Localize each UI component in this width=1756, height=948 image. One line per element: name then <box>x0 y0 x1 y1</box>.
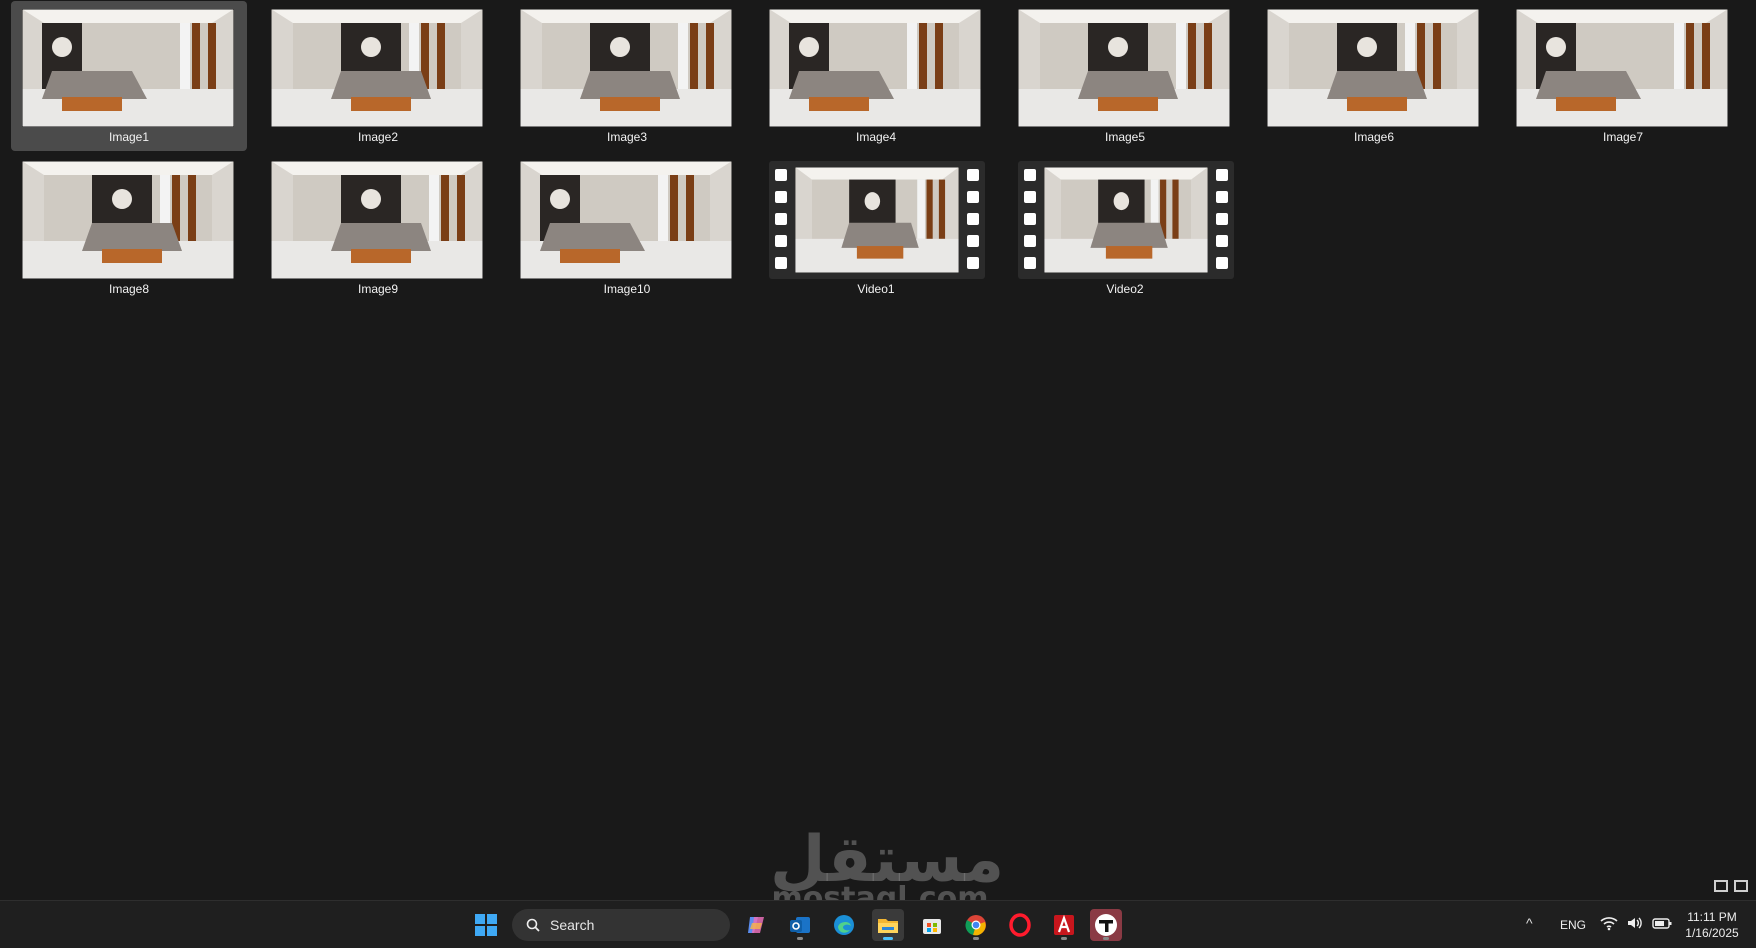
taskbar-search[interactable]: Search <box>512 909 730 941</box>
copilot-icon[interactable] <box>740 909 772 941</box>
film-sprocket-hole <box>775 169 787 181</box>
video-file-item-video2[interactable]: Video2 <box>1007 153 1243 303</box>
film-sprocket-hole <box>967 191 979 203</box>
clock-time: 11:11 PM <box>1687 910 1737 924</box>
film-sprocket-hole <box>775 213 787 225</box>
file-name-label: Image3 <box>606 130 648 144</box>
volume-icon <box>1628 917 1642 929</box>
language-indicator[interactable]: ENG <box>1560 918 1586 932</box>
running-indicator <box>1103 937 1109 940</box>
film-sprocket-hole <box>1024 169 1036 181</box>
file-name-label: Image10 <box>603 282 651 296</box>
image-thumbnail <box>1516 9 1728 127</box>
image-file-item-image8[interactable]: Image8 <box>11 153 247 303</box>
image-thumbnail <box>271 9 483 127</box>
film-sprocket-hole <box>967 257 979 269</box>
windows-start-icon[interactable] <box>470 909 502 941</box>
running-indicator <box>973 937 979 940</box>
film-sprocket-hole <box>1216 235 1228 247</box>
film-sprocket-hole <box>1216 169 1228 181</box>
image-thumbnail <box>769 9 981 127</box>
image-thumbnail <box>22 161 234 279</box>
wifi-icon <box>1600 917 1618 931</box>
image-thumbnail <box>520 9 732 127</box>
file-name-label: Image4 <box>855 130 897 144</box>
file-name-label: Image2 <box>357 130 399 144</box>
film-sprocket-hole <box>967 213 979 225</box>
system-tray[interactable] <box>1600 915 1672 931</box>
battery-icon <box>1652 918 1672 929</box>
file-name-label: Image8 <box>108 282 150 296</box>
running-indicator <box>1061 937 1067 940</box>
active-indicator <box>883 937 893 940</box>
image-thumbnail <box>1267 9 1479 127</box>
outlook-icon[interactable] <box>784 909 816 941</box>
film-sprocket-hole <box>967 169 979 181</box>
image-file-item-image5[interactable]: Image5 <box>1007 1 1243 151</box>
image-file-item-image7[interactable]: Image7 <box>1505 1 1741 151</box>
file-explorer-icon[interactable] <box>872 909 904 941</box>
film-sprocket-hole <box>1216 257 1228 269</box>
image-thumbnail <box>1018 9 1230 127</box>
image-thumbnail <box>22 9 234 127</box>
running-indicator <box>797 937 803 940</box>
file-grid: Image1 Image2 Image3 Image4 Image5 Image… <box>0 0 1756 900</box>
film-sprocket-hole <box>775 191 787 203</box>
film-sprocket-hole <box>1216 213 1228 225</box>
image-file-item-image3[interactable]: Image3 <box>509 1 745 151</box>
show-hidden-icons-chevron-icon[interactable]: ^ <box>1526 915 1533 931</box>
image-file-item-image9[interactable]: Image9 <box>260 153 496 303</box>
file-name-label: Image6 <box>1353 130 1395 144</box>
microsoft-store-icon[interactable] <box>916 909 948 941</box>
image-file-item-image6[interactable]: Image6 <box>1256 1 1492 151</box>
film-sprocket-hole <box>1024 235 1036 247</box>
film-sprocket-hole <box>1024 257 1036 269</box>
video-file-item-video1[interactable]: Video1 <box>758 153 994 303</box>
video-thumbnail <box>769 161 985 279</box>
image-thumbnail <box>520 161 732 279</box>
film-sprocket-hole <box>775 257 787 269</box>
file-name-label: Image5 <box>1104 130 1146 144</box>
film-sprocket-hole <box>1216 191 1228 203</box>
opera-icon[interactable] <box>1004 909 1036 941</box>
image-file-item-image4[interactable]: Image4 <box>758 1 994 151</box>
app-icon[interactable] <box>1090 909 1122 941</box>
image-thumbnail <box>271 161 483 279</box>
file-name-label: Image9 <box>357 282 399 296</box>
taskbar: Search ^ ENG 11:11 PM 1/16/2025 <box>0 900 1756 948</box>
film-sprocket-hole <box>1024 191 1036 203</box>
clock-date: 1/16/2025 <box>1685 926 1739 940</box>
search-placeholder: Search <box>550 917 595 933</box>
large-icons-view-icon[interactable] <box>1734 880 1748 892</box>
clock[interactable]: 11:11 PM 1/16/2025 <box>1676 909 1748 941</box>
view-switch <box>1714 880 1748 892</box>
autocad-icon[interactable] <box>1048 909 1080 941</box>
image-file-item-image1[interactable]: Image1 <box>11 1 247 151</box>
search-icon <box>526 918 540 932</box>
film-sprocket-hole <box>967 235 979 247</box>
edge-icon[interactable] <box>828 909 860 941</box>
video-thumbnail <box>1018 161 1234 279</box>
film-sprocket-hole <box>1024 213 1036 225</box>
image-file-item-image10[interactable]: Image10 <box>509 153 745 303</box>
file-name-label: Video1 <box>857 282 895 296</box>
chrome-icon[interactable] <box>960 909 992 941</box>
film-sprocket-hole <box>775 235 787 247</box>
file-name-label: Image7 <box>1602 130 1644 144</box>
file-name-label: Image1 <box>108 130 150 144</box>
file-name-label: Video2 <box>1106 282 1144 296</box>
image-file-item-image2[interactable]: Image2 <box>260 1 496 151</box>
details-view-icon[interactable] <box>1714 880 1728 892</box>
